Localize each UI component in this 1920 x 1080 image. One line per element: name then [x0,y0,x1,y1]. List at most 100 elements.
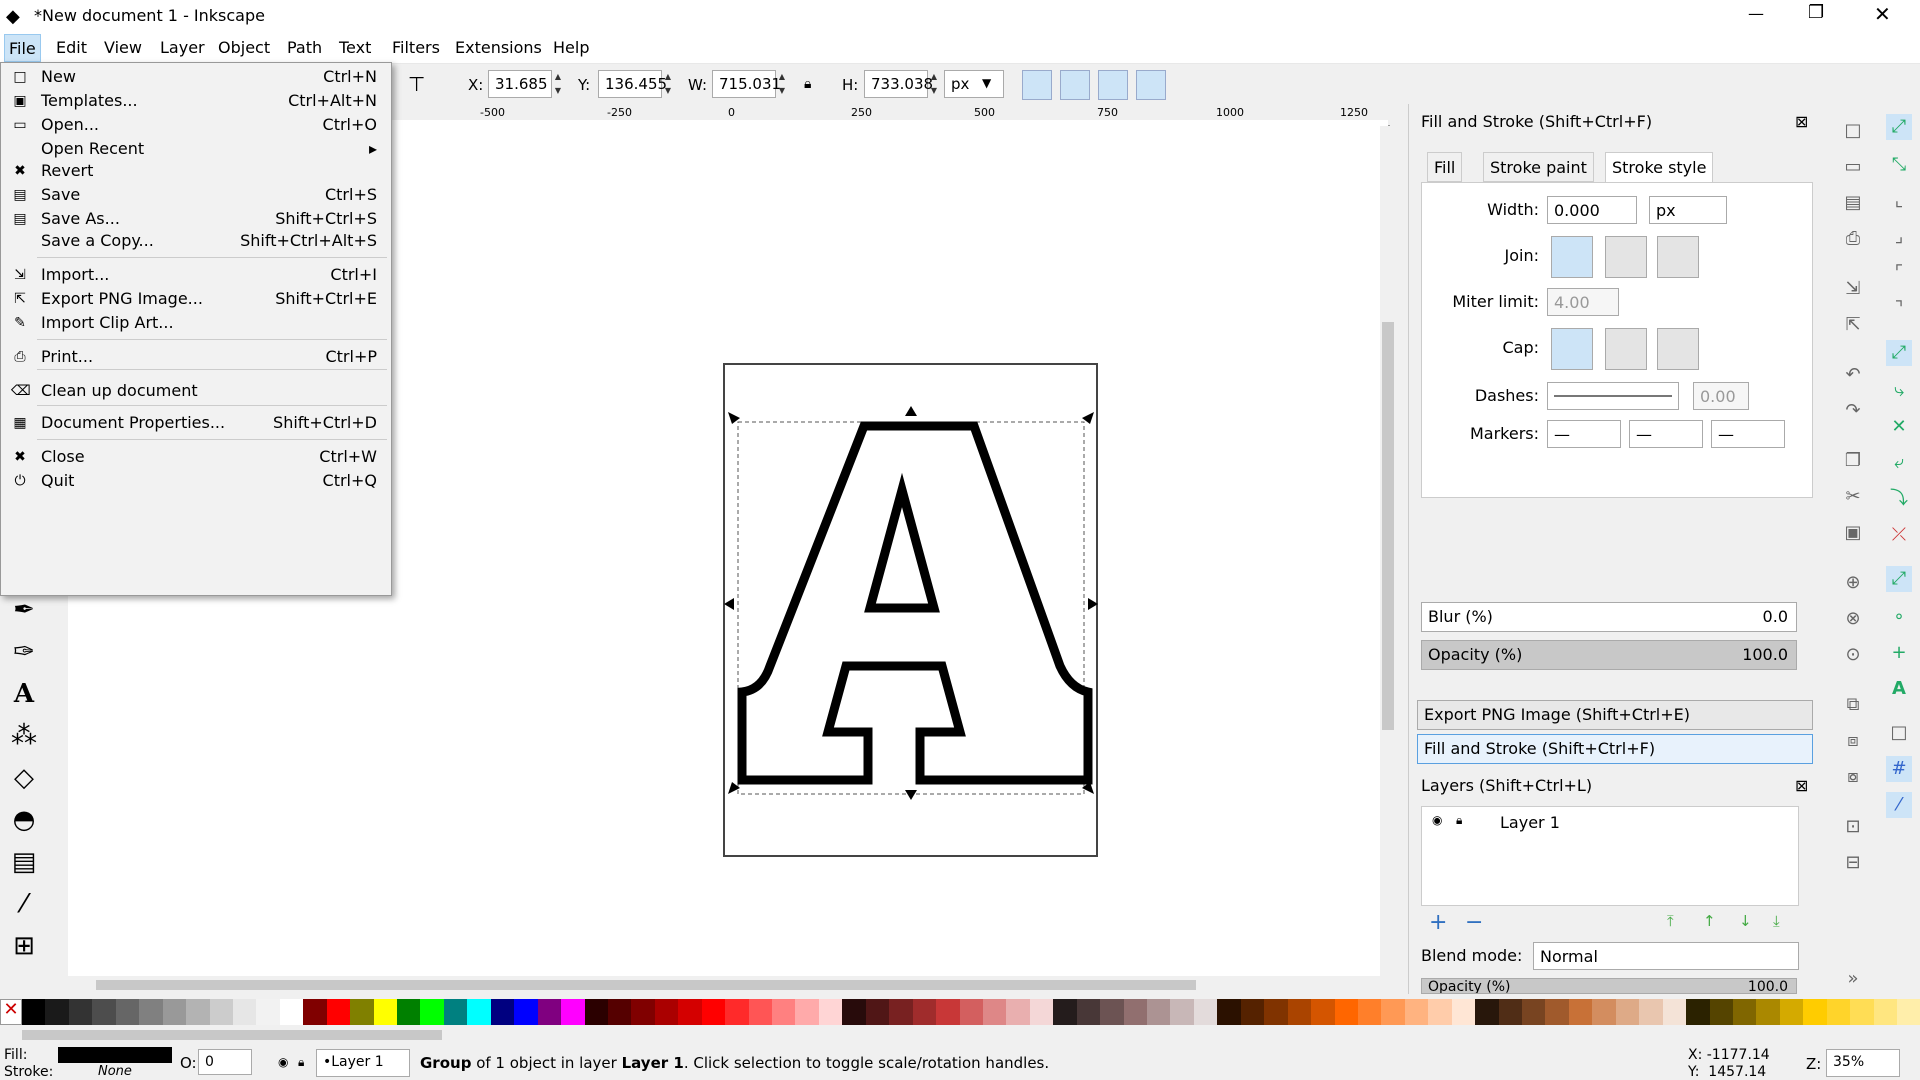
cut-icon[interactable]: ✂ [1840,484,1866,510]
zoom-page-icon[interactable]: ⊙ [1840,642,1866,668]
visibility-eye-icon[interactable]: ◉ [1432,813,1442,827]
lock-icon[interactable]: 🔒︎ [804,76,811,92]
color-swatch[interactable] [1334,999,1358,1025]
cap-butt-button[interactable] [1551,328,1593,370]
file-menu-item[interactable]: ⌫ Clean up document [1,377,391,405]
color-swatch[interactable] [561,999,585,1025]
eraser-tool-icon[interactable]: ◇ [6,760,42,796]
blend-mode-select[interactable]: Normal [1533,942,1799,970]
color-swatch[interactable] [1428,999,1452,1025]
color-swatch[interactable] [68,999,93,1025]
scroll-thumb[interactable] [1382,322,1394,730]
h-spinner[interactable]: ▲ ▼ [928,70,940,98]
start-marker-select[interactable]: — [1547,420,1621,448]
color-swatch[interactable] [350,999,374,1025]
scale-corners-button[interactable] [1060,70,1090,100]
dropper-tool-icon[interactable]: ⁄ [6,886,42,922]
move-gradients-button[interactable] [1098,70,1128,100]
no-paint-swatch[interactable]: ✕ [0,999,22,1025]
menu-path[interactable]: Path [287,38,322,57]
raise-to-top-icon[interactable]: ⤒ [1667,912,1674,930]
color-swatch[interactable] [1686,999,1710,1025]
snap-guide-icon[interactable]: ⁄ [1886,792,1912,818]
y-input[interactable]: 136.455 [598,70,667,98]
snap-intersection-icon[interactable]: ✕ [1886,414,1912,440]
menu-object[interactable]: Object [218,38,270,57]
color-swatch[interactable] [1803,999,1827,1025]
current-layer-select[interactable]: •Layer 1 [316,1049,410,1077]
snap-nodes-icon[interactable]: ⤢ [1886,340,1912,366]
w-input[interactable]: 715.031 [712,70,781,98]
color-swatch[interactable] [1498,999,1522,1025]
raise-icon[interactable]: ↑ [1703,912,1716,930]
file-menu-item[interactable]: ⏻ Quit Ctrl+Q [1,467,391,495]
color-swatch[interactable] [1123,999,1147,1025]
menu-filters[interactable]: Filters [392,38,440,57]
color-swatch[interactable] [209,999,233,1025]
miter-limit-input[interactable]: 4.00 [1547,288,1619,316]
color-swatch[interactable] [1662,999,1687,1025]
color-swatch[interactable] [1404,999,1429,1025]
color-swatch[interactable] [373,999,397,1025]
stroke-indicator[interactable]: None [98,1064,132,1079]
snap-cusp-icon[interactable]: ⤶ [1886,450,1912,476]
color-swatch[interactable] [1217,999,1241,1025]
tab-stroke-paint[interactable]: Stroke paint [1483,152,1594,182]
color-swatch[interactable] [1639,999,1663,1025]
color-swatch[interactable] [397,999,421,1025]
color-swatch[interactable] [1357,999,1382,1025]
color-swatch[interactable] [584,999,608,1025]
snap-rotation-center-icon[interactable]: + [1886,640,1912,666]
color-swatch[interactable] [1756,999,1780,1025]
connector-tool-icon[interactable]: ⊞ [6,928,42,964]
color-swatch[interactable] [1170,999,1194,1025]
color-swatch[interactable] [772,999,796,1025]
snap-bbox-mid-icon[interactable]: ⌜ [1886,260,1912,286]
menu-view[interactable]: View [104,38,142,57]
scroll-thumb[interactable] [22,1030,442,1040]
export-png-dock-item[interactable]: Export PNG Image (Shift+Ctrl+E) [1417,700,1813,730]
color-swatch[interactable] [865,999,890,1025]
h-input[interactable]: 733.038 [864,70,933,98]
snap-path-icon[interactable]: ⤷ [1886,378,1912,404]
color-swatch[interactable] [1100,999,1124,1025]
dash-offset-input[interactable]: 0.00 [1693,382,1749,410]
color-swatch[interactable] [725,999,749,1025]
unit-select[interactable]: px [944,70,1004,98]
color-palette[interactable]: ✕ [0,999,1920,1025]
end-marker-select[interactable]: — [1711,420,1785,448]
color-swatch[interactable] [678,999,702,1025]
visibility-eye-icon[interactable]: ◉ [278,1055,288,1069]
layer-row-label[interactable]: Layer 1 [1500,813,1560,832]
layer-opacity-slider[interactable]: Opacity (%) 100.0 [1421,978,1797,994]
x-input[interactable]: 31.685 [488,70,552,98]
width-input[interactable]: 0.000 [1547,196,1637,224]
import-icon[interactable]: ⇲ [1840,276,1866,302]
tab-fill[interactable]: Fill [1427,152,1463,182]
color-swatch[interactable] [1779,999,1804,1025]
zoom-input[interactable]: 35% [1826,1049,1900,1077]
file-menu-item[interactable]: ▦ Document Properties... Shift+Ctrl+D [1,409,391,437]
new-doc-icon[interactable]: □ [1840,118,1866,144]
gradient-tool-icon[interactable]: ▤ [6,844,42,880]
lock-icon[interactable]: 🔒︎ [298,1055,304,1070]
color-swatch[interactable] [232,999,257,1025]
join-miter-button[interactable] [1551,236,1593,278]
snap-toggle-icon[interactable]: ⤢ [1886,114,1912,140]
color-swatch[interactable] [162,999,187,1025]
ungroup-icon[interactable]: ⊟ [1840,850,1866,876]
lower-icon[interactable]: ↓ [1739,912,1752,930]
snap-smooth-icon[interactable]: ⤵ [1886,486,1912,512]
color-swatch[interactable] [420,999,444,1025]
opacity-slider[interactable]: Opacity (%) 100.0 [1421,640,1797,670]
minimize-button[interactable]: — [1748,4,1764,23]
color-swatch[interactable] [303,999,327,1025]
color-swatch[interactable] [443,999,468,1025]
color-swatch[interactable] [654,999,679,1025]
snap-bbox-icon[interactable]: ⤡ [1886,152,1912,178]
color-swatch[interactable] [607,999,632,1025]
palette-scrollbar[interactable] [0,1025,1920,1045]
color-swatch[interactable] [115,999,140,1025]
color-swatch[interactable] [748,999,772,1025]
fill-stroke-dock-item[interactable]: Fill and Stroke (Shift+Ctrl+F) [1417,734,1813,764]
